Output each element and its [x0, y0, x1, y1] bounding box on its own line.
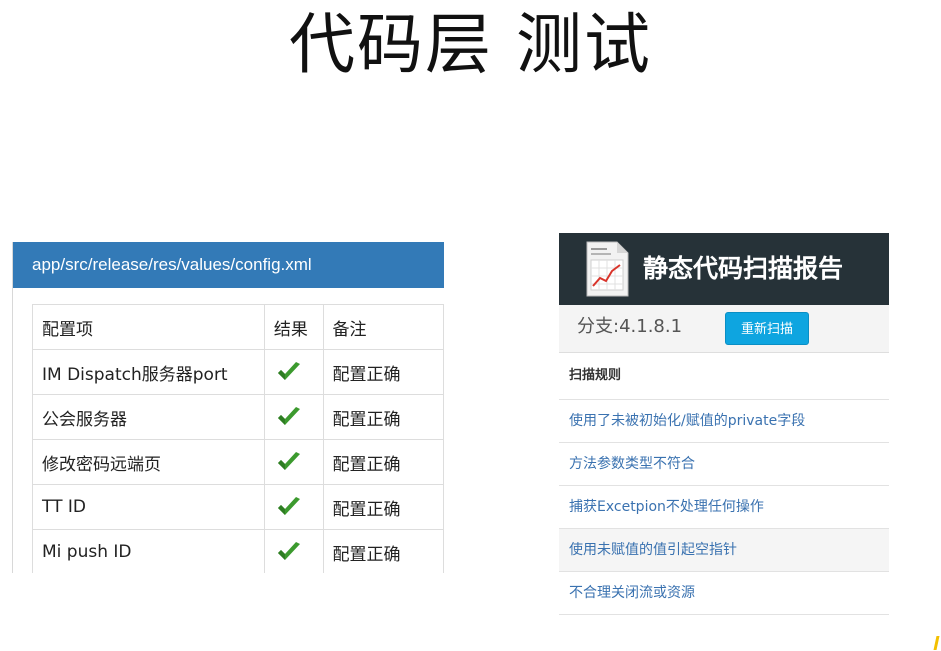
table-row: IM Dispatch服务器port 配置正确 [32, 349, 444, 395]
result-cell [263, 529, 324, 573]
config-note: 配置正确 [322, 529, 444, 573]
rules-heading: 扫描规则 [559, 353, 889, 400]
result-cell [263, 439, 324, 485]
table-row: 修改密码远端页 配置正确 [32, 439, 444, 485]
rescan-button[interactable]: 重新扫描 [725, 312, 809, 345]
slide-corner-accent [933, 636, 940, 650]
checkmark-icon [277, 452, 300, 470]
result-cell [263, 484, 324, 530]
rule-link-uninitialized-field[interactable]: 使用了未被初始化/赋值的private字段 [559, 400, 889, 443]
column-header-note: 备注 [322, 304, 444, 350]
branch-bar: 分支:4.1.8.1 重新扫描 [559, 305, 889, 353]
config-note: 配置正确 [322, 394, 444, 440]
branch-label: 分支:4.1.8.1 [577, 316, 683, 337]
config-note: 配置正确 [322, 439, 444, 485]
rule-link-param-type[interactable]: 方法参数类型不符合 [559, 443, 889, 486]
table-row: TT ID 配置正确 [32, 484, 444, 530]
config-table: 配置项 结果 备注 IM Dispatch服务器port 配置正确 公会服务器 [32, 304, 444, 573]
rule-link-swallowed-exception[interactable]: 捕获Excetpion不处理任何操作 [559, 486, 889, 529]
config-note: 配置正确 [322, 484, 444, 530]
scan-report-header: 静态代码扫描报告 [559, 233, 889, 305]
config-item: TT ID [32, 484, 265, 530]
scan-report-title: 静态代码扫描报告 [643, 254, 844, 283]
config-item: 公会服务器 [32, 394, 265, 440]
result-cell [263, 349, 324, 395]
table-row: 公会服务器 配置正确 [32, 394, 444, 440]
checkmark-icon [277, 542, 300, 560]
scan-report-panel: 静态代码扫描报告 分支:4.1.8.1 重新扫描 扫描规则 使用了未被初始化/赋… [559, 233, 889, 615]
config-check-panel: app/src/release/res/values/config.xml 配置… [12, 242, 444, 573]
config-item: 修改密码远端页 [32, 439, 265, 485]
config-item: Mi push ID [32, 529, 265, 573]
report-document-icon [586, 241, 629, 297]
slide-title: 代码层 测试 [289, 6, 652, 83]
slide: 代码层 测试 app/src/release/res/values/config… [0, 0, 941, 651]
config-item: IM Dispatch服务器port [32, 349, 265, 395]
config-file-path: app/src/release/res/values/config.xml [13, 242, 444, 288]
rule-link-null-pointer[interactable]: 使用未赋值的值引起空指针 [559, 529, 889, 572]
column-header-result: 结果 [263, 304, 324, 350]
rule-link-unclosed-resource[interactable]: 不合理关闭流或资源 [559, 572, 889, 615]
checkmark-icon [277, 362, 300, 380]
table-header-row: 配置项 结果 备注 [32, 304, 444, 350]
table-row: Mi push ID 配置正确 [32, 529, 444, 573]
result-cell [263, 394, 324, 440]
config-note: 配置正确 [322, 349, 444, 395]
checkmark-icon [277, 497, 300, 515]
checkmark-icon [277, 407, 300, 425]
column-header-item: 配置项 [32, 304, 265, 350]
